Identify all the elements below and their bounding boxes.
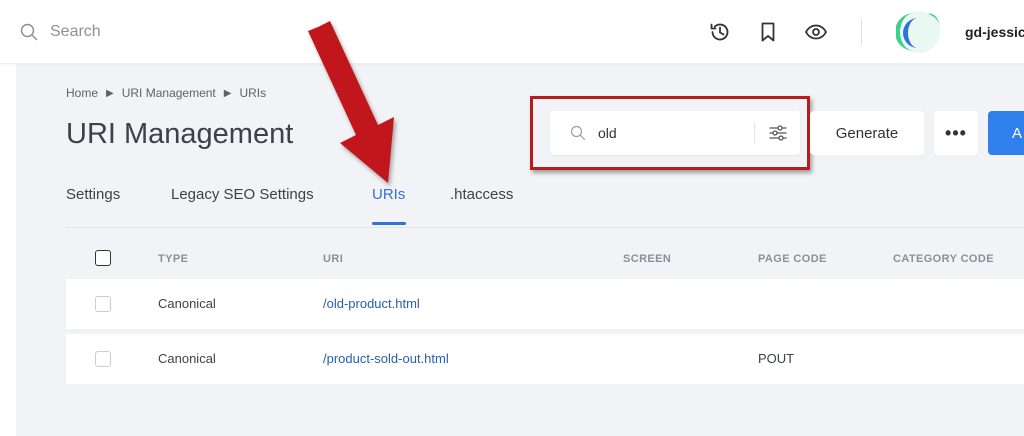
- left-margin: [0, 64, 16, 436]
- page-title: URI Management: [66, 118, 294, 150]
- breadcrumb-uris[interactable]: URIs: [239, 86, 266, 100]
- row-type: Canonical: [158, 296, 216, 311]
- filter-divider: [754, 122, 755, 144]
- column-header-page-code[interactable]: PAGE CODE: [758, 253, 827, 265]
- search-icon: [570, 125, 586, 141]
- tab-settings[interactable]: Settings: [66, 186, 120, 203]
- sliders-icon[interactable]: [768, 123, 788, 143]
- tab-legacy-seo-settings[interactable]: Legacy SEO Settings: [171, 186, 314, 203]
- row-checkbox[interactable]: [95, 296, 111, 312]
- table-row[interactable]: Canonical /old-product.html: [66, 279, 1024, 329]
- username[interactable]: gd-jessic: [965, 24, 1024, 40]
- uri-filter-search[interactable]: old: [550, 111, 800, 155]
- avatar[interactable]: [895, 10, 942, 54]
- tab-uris[interactable]: URIs: [372, 186, 405, 203]
- search-placeholder[interactable]: Search: [50, 23, 101, 41]
- bookmark-icon[interactable]: [754, 18, 782, 46]
- tabs-divider: [66, 227, 1024, 228]
- search-icon: [20, 23, 38, 41]
- row-uri-link[interactable]: /product-sold-out.html: [323, 351, 449, 366]
- chevron-right-icon: ▶: [223, 87, 232, 99]
- global-search[interactable]: Search: [20, 20, 101, 44]
- column-header-uri[interactable]: URI: [323, 253, 343, 265]
- row-uri-link[interactable]: /old-product.html: [323, 296, 420, 311]
- row-checkbox[interactable]: [95, 351, 111, 367]
- search-input[interactable]: old: [598, 125, 617, 141]
- more-options-button[interactable]: •••: [934, 111, 978, 155]
- active-tab-indicator: [372, 222, 406, 225]
- eye-icon[interactable]: [802, 18, 830, 46]
- column-header-category-code[interactable]: CATEGORY CODE: [893, 253, 994, 265]
- breadcrumb-home[interactable]: Home: [66, 86, 98, 100]
- column-header-screen[interactable]: SCREEN: [623, 253, 671, 265]
- table-row[interactable]: Canonical /product-sold-out.html POUT: [66, 334, 1024, 384]
- add-button[interactable]: A: [988, 111, 1024, 155]
- generate-button[interactable]: Generate: [810, 111, 924, 155]
- top-bar: Search gd-jessic: [0, 0, 1024, 64]
- row-type: Canonical: [158, 351, 216, 366]
- column-header-type[interactable]: TYPE: [158, 253, 188, 265]
- row-page-code: POUT: [758, 351, 795, 366]
- topbar-divider: [861, 18, 862, 46]
- history-icon[interactable]: [706, 18, 734, 46]
- select-all-checkbox[interactable]: [95, 250, 111, 266]
- tab-htaccess[interactable]: .htaccess: [450, 186, 513, 203]
- breadcrumb: Home ▶ URI Management ▶ URIs: [66, 86, 266, 100]
- breadcrumb-uri-management[interactable]: URI Management: [122, 86, 216, 100]
- main-content: Home ▶ URI Management ▶ URIs URI Managem…: [16, 64, 1024, 436]
- chevron-right-icon: ▶: [106, 87, 114, 99]
